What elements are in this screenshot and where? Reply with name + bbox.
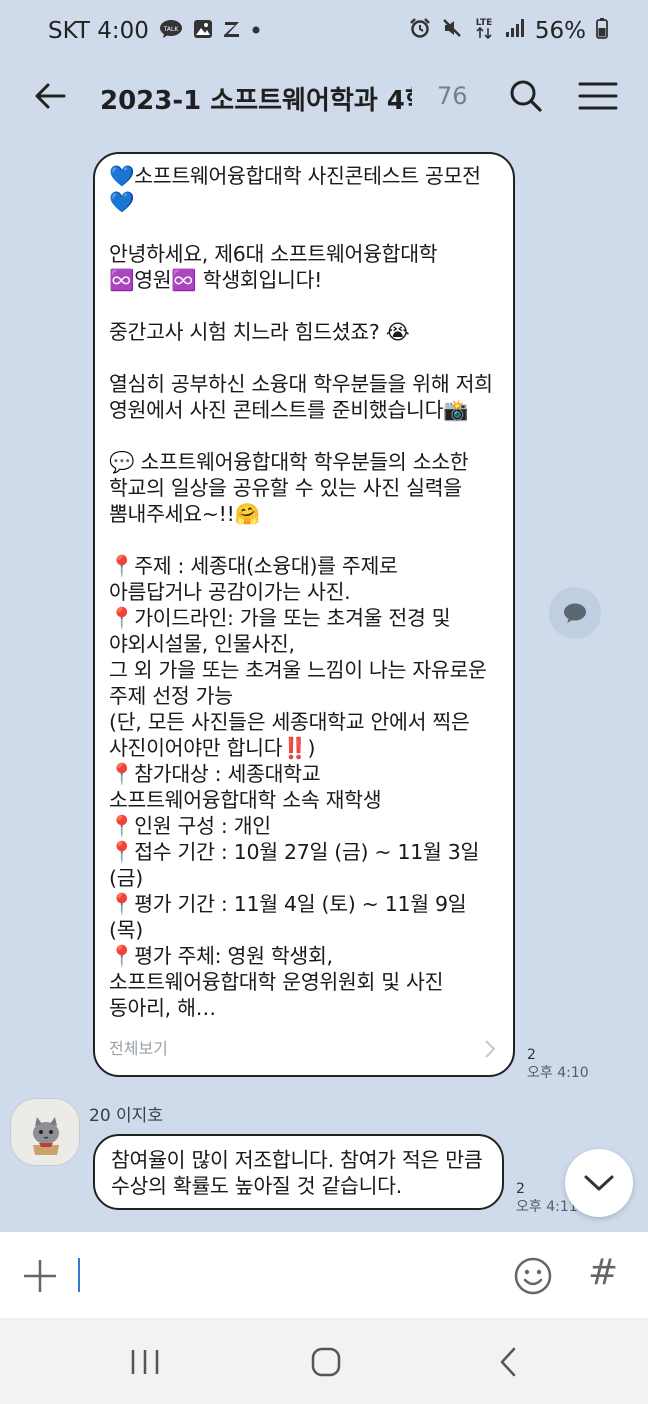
speech-bubble-icon [564,603,586,623]
avatar[interactable] [10,1098,80,1166]
message-bubble-notice[interactable]: 💙소프트웨어융합대학 사진콘테스트 공모전 💙 안녕하세요, 제6대 소프트웨어융합… [93,152,515,1077]
back-arrow-icon[interactable] [30,76,70,116]
alarm-icon [409,17,431,45]
back-icon[interactable] [496,1346,520,1378]
message-meta-1: 2 오후 4:10 [527,1046,589,1082]
home-icon[interactable] [310,1346,342,1378]
signal-icon [505,18,525,44]
system-nav-bar [0,1318,648,1404]
message-line: 사진이어야만 합니다‼️) [109,736,316,760]
message-line: 뽐내주세요~!!🤗 [109,502,260,526]
mute-icon [441,17,463,45]
talk-icon: TALK [159,19,183,44]
sender-name[interactable]: 20 이지호 [89,1101,163,1126]
chevron-down-icon [584,1175,614,1191]
message-line [109,293,499,319]
share-message-button[interactable] [549,587,601,639]
message-input-bar: # [0,1232,648,1318]
message-line: 소프트웨어융합대학 운영위원회 및 사진 [109,970,444,994]
message-line: 📍인원 구성 : 개인 [109,814,271,838]
battery-text: 56% [534,18,586,44]
message-line: 📍참가대상 : 세종대학교 [109,762,321,786]
message-line: 야외시설물, 인물사진, [109,632,295,656]
message-line: 주제 선정 가능 [109,684,233,708]
message-line: 💙소프트웨어융합대학 사진콘테스트 공모전 [109,164,481,188]
message-line: (단, 모든 사진들은 세종대학교 안에서 찍은 [109,710,470,734]
hash-icon[interactable]: # [588,1252,618,1293]
status-bar: SKT 4:00 TALK LTE 56% [0,0,648,62]
svg-text:LTE: LTE [476,18,493,28]
message-line: 학교의 일상을 공유할 수 있는 사진 실력을 [109,476,462,500]
message-line: 그 외 가을 또는 초겨울 느낌이 나는 자유로운 [109,658,487,682]
member-count[interactable]: 76 [437,82,468,110]
message-line: (목) [109,918,143,942]
carrier-time: SKT 4:00 [48,18,149,44]
chevron-right-icon[interactable] [483,1039,497,1059]
text-cursor [78,1258,80,1292]
message-line: (금) [109,866,143,890]
message-line: 동아리, 해… [109,996,216,1020]
search-icon[interactable] [506,76,546,116]
lte-icon: LTE [473,16,495,46]
see-all-link[interactable]: 전체보기 [109,1035,168,1059]
message-bubble-reply[interactable]: 참여율이 많이 저조합니다. 참여가 적은 만큼 수상의 확률도 높아질 것 같습… [93,1134,504,1210]
svg-text:TALK: TALK [163,26,180,33]
z-icon [223,19,241,44]
message-line: 💬 소프트웨어융합대학 학우분들의 소소한 [109,450,469,474]
message-line: 수상의 확률도 높아질 것 같습니다. [111,1174,402,1198]
unread-count: 2 [527,1047,536,1063]
message-line [109,345,499,371]
message-line: 📍평가 주체: 영원 학생회, [109,944,333,968]
message-line: 📍가이드라인: 가을 또는 초겨울 전경 및 [109,606,451,630]
dot-icon [251,19,261,44]
message-line [109,215,499,241]
message-line [109,527,499,553]
message-line [109,423,499,449]
message-line: 참여율이 많이 저조합니다. 참여가 적은 만큼 [111,1148,483,1172]
message-line: 📍평가 기간 : 11월 4일 (토) ~ 11월 9일 [109,892,467,916]
emoji-icon[interactable] [513,1256,553,1296]
message-line: 소프트웨어융합대학 소속 재학생 [109,788,382,812]
message-line: 열심히 공부하신 소융대 학우분들을 위해 저희 [109,372,493,396]
message-line: 중간고사 시험 치느라 힘드셨죠? 😭 [109,320,410,344]
chat-title[interactable]: 2023-1 소프트웨어학과 4학… [100,80,412,117]
plus-icon[interactable] [22,1258,58,1294]
message-time: 오후 4:11 [516,1199,578,1215]
message-text: 참여율이 많이 저조합니다. 참여가 적은 만큼 수상의 확률도 높아질 것 같습… [111,1147,486,1199]
chat-header: 2023-1 소프트웨어학과 4학… 76 [0,62,648,138]
message-line: 안녕하세요, 제6대 소프트웨어융합대학 [109,242,438,266]
message-line: 영원에서 사진 콘테스트를 준비했습니다📸 [109,398,469,422]
gallery-icon [193,19,213,44]
recent-apps-icon[interactable] [128,1348,162,1376]
message-line: 💙 [109,190,135,214]
scroll-to-bottom-button[interactable] [565,1149,633,1217]
message-line: ♾️영원♾️ 학생회입니다! [109,268,323,292]
message-time: 오후 4:10 [527,1065,589,1081]
message-input[interactable] [72,1252,492,1298]
message-line: 아름답거나 공감이가는 사진. [109,580,351,604]
message-text: 💙소프트웨어융합대학 사진콘테스트 공모전 💙 안녕하세요, 제6대 소프트웨어융합… [109,163,499,1021]
message-line: 📍접수 기간 : 10월 27일 (금) ~ 11월 3일 [109,840,480,864]
battery-icon [596,17,608,45]
message-line: 📍주제 : 세종대(소융대)를 주제로 [109,554,398,578]
menu-icon[interactable] [576,78,620,114]
